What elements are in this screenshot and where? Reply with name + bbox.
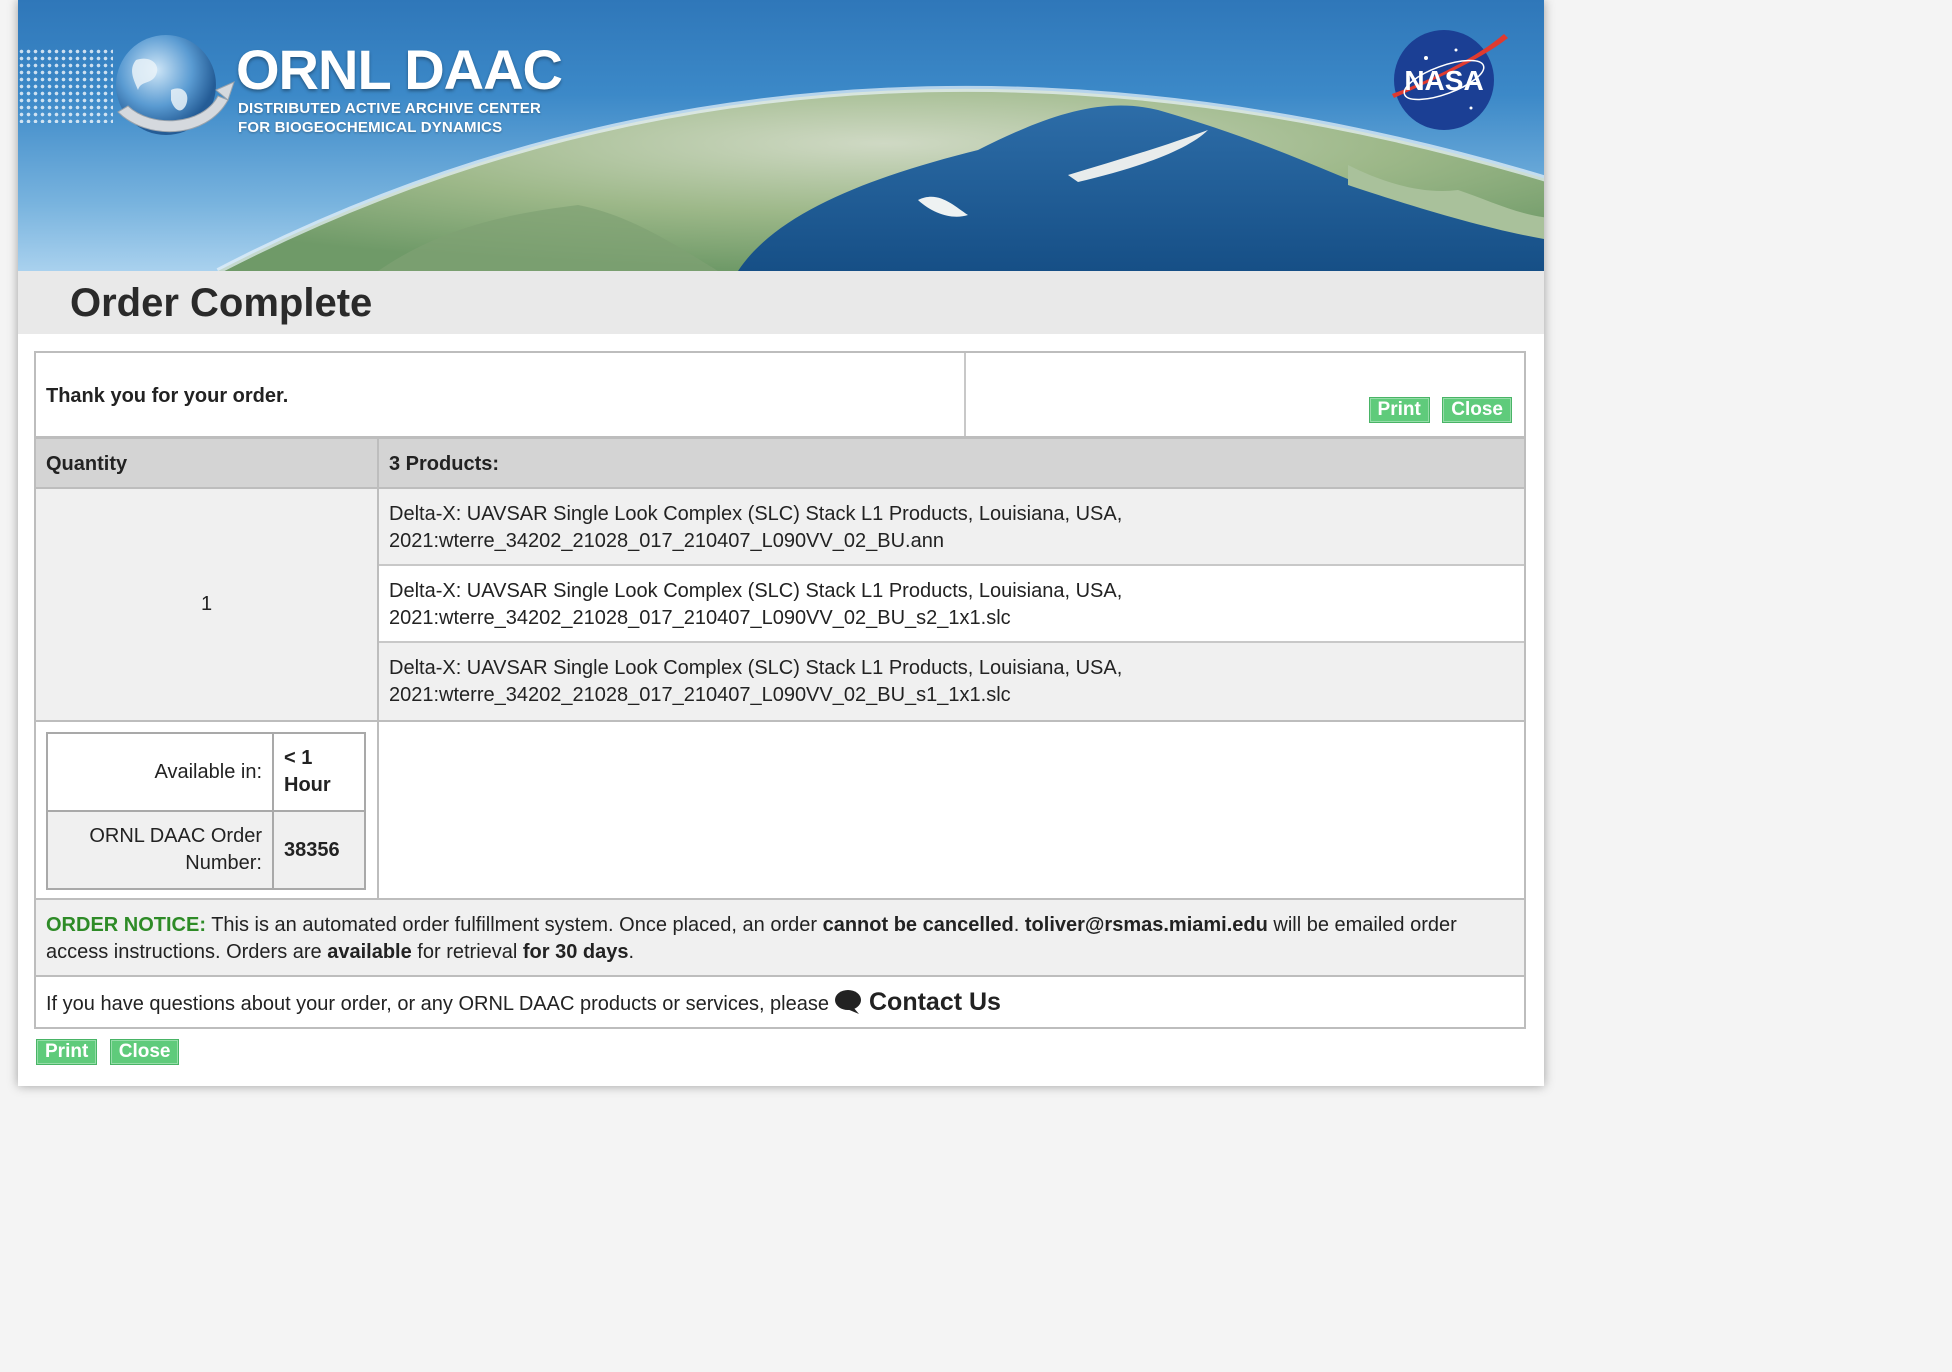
notice-bold-30-days: for 30 days (522, 941, 629, 963)
order-info-row: Available in: < 1 Hour ORNL DAAC Order N… (36, 722, 1524, 900)
order-summary-table: Thank you for your order. Print Close Qu… (34, 351, 1526, 1029)
contact-us-link[interactable]: Contact Us (869, 988, 1001, 1016)
thank-you-message: Thank you for your order. (36, 353, 966, 436)
nasa-logo-text: NASA (1404, 65, 1483, 96)
product-title: Delta-X: UAVSAR Single Look Complex (SLC… (389, 503, 1123, 525)
globe-logo-icon (116, 35, 235, 135)
notice-text: . (1013, 914, 1025, 936)
products-header: 3 Products: (389, 453, 500, 475)
title-bar: Order Complete (18, 271, 1544, 334)
product-title: Delta-X: UAVSAR Single Look Complex (SLC… (389, 580, 1123, 602)
speech-bubble-icon[interactable] (833, 984, 863, 1034)
info-empty-cell (379, 722, 1524, 898)
print-button[interactable]: Print (1368, 397, 1430, 423)
notice-text: . (628, 941, 635, 963)
available-in-value-line1: < 1 (284, 747, 313, 769)
order-info-table: Available in: < 1 Hour ORNL DAAC Order N… (46, 732, 366, 890)
site-banner: ORNL DAAC DISTRIBUTED ACTIVE ARCHIVE CEN… (18, 0, 1544, 271)
notice-text: for retrieval (411, 941, 523, 963)
order-info-cell: Available in: < 1 Hour ORNL DAAC Order N… (36, 722, 379, 898)
product-file: 2021:wterre_34202_21028_017_210407_L090V… (389, 607, 1011, 629)
product-item: Delta-X: UAVSAR Single Look Complex (SLC… (379, 643, 1524, 720)
product-file: 2021:wterre_34202_21028_017_210407_L090V… (389, 530, 944, 552)
available-in-value-line2: Hour (284, 774, 331, 796)
contact-row: If you have questions about your order, … (36, 977, 1524, 1027)
print-button[interactable]: Print (36, 1039, 98, 1065)
notice-text: This is an automated order fulfillment s… (206, 914, 823, 936)
contact-text: If you have questions about your order, … (46, 993, 829, 1015)
order-complete-page: ORNL DAAC DISTRIBUTED ACTIVE ARCHIVE CEN… (18, 0, 1544, 1086)
ornl-daac-logo-title: ORNL DAAC (236, 38, 563, 101)
close-button[interactable]: Close (1442, 397, 1512, 423)
order-notice-label: ORDER NOTICE: (46, 914, 206, 936)
order-notice: ORDER NOTICE: This is an automated order… (36, 900, 1524, 977)
available-in-label: Available in: (46, 732, 274, 812)
available-in-value: < 1 Hour (272, 732, 366, 812)
product-item: Delta-X: UAVSAR Single Look Complex (SLC… (379, 566, 1524, 643)
logo-subtitle-line2: FOR BIOGEOCHEMICAL DYNAMICS (238, 119, 503, 136)
quantity-header: Quantity (36, 439, 379, 487)
order-number-value: 38356 (272, 810, 366, 890)
page-title: Order Complete (70, 281, 373, 325)
logo-dot-pattern (18, 48, 113, 123)
top-actions: Print Close (966, 353, 1524, 436)
product-title: Delta-X: UAVSAR Single Look Complex (SLC… (389, 657, 1123, 679)
notice-bold-cannot-cancel: cannot be cancelled (822, 914, 1014, 936)
thanks-row: Thank you for your order. Print Close (36, 353, 1524, 439)
order-number-label: ORNL DAAC Order Number: (46, 810, 274, 890)
notice-email: toliver@rsmas.miami.edu (1024, 914, 1268, 936)
product-item: Delta-X: UAVSAR Single Look Complex (SLC… (379, 489, 1524, 566)
quantity-value: 1 (36, 489, 379, 720)
nasa-logo-icon: NASA (1392, 30, 1508, 130)
order-number-label-line1: ORNL DAAC Order (89, 825, 262, 847)
product-file: 2021:wterre_34202_21028_017_210407_L090V… (389, 684, 1011, 706)
close-button[interactable]: Close (109, 1039, 180, 1065)
products-row: 1 Delta-X: UAVSAR Single Look Complex (S… (36, 489, 1524, 722)
bottom-actions: Print Close (36, 1039, 180, 1065)
logo-subtitle-line1: DISTRIBUTED ACTIVE ARCHIVE CENTER (238, 100, 542, 117)
product-list: Delta-X: UAVSAR Single Look Complex (SLC… (379, 489, 1524, 720)
notice-bold-available: available (327, 941, 412, 963)
table-header: Quantity 3 Products: (36, 439, 1524, 489)
order-number-label-line2: Number: (185, 852, 262, 874)
